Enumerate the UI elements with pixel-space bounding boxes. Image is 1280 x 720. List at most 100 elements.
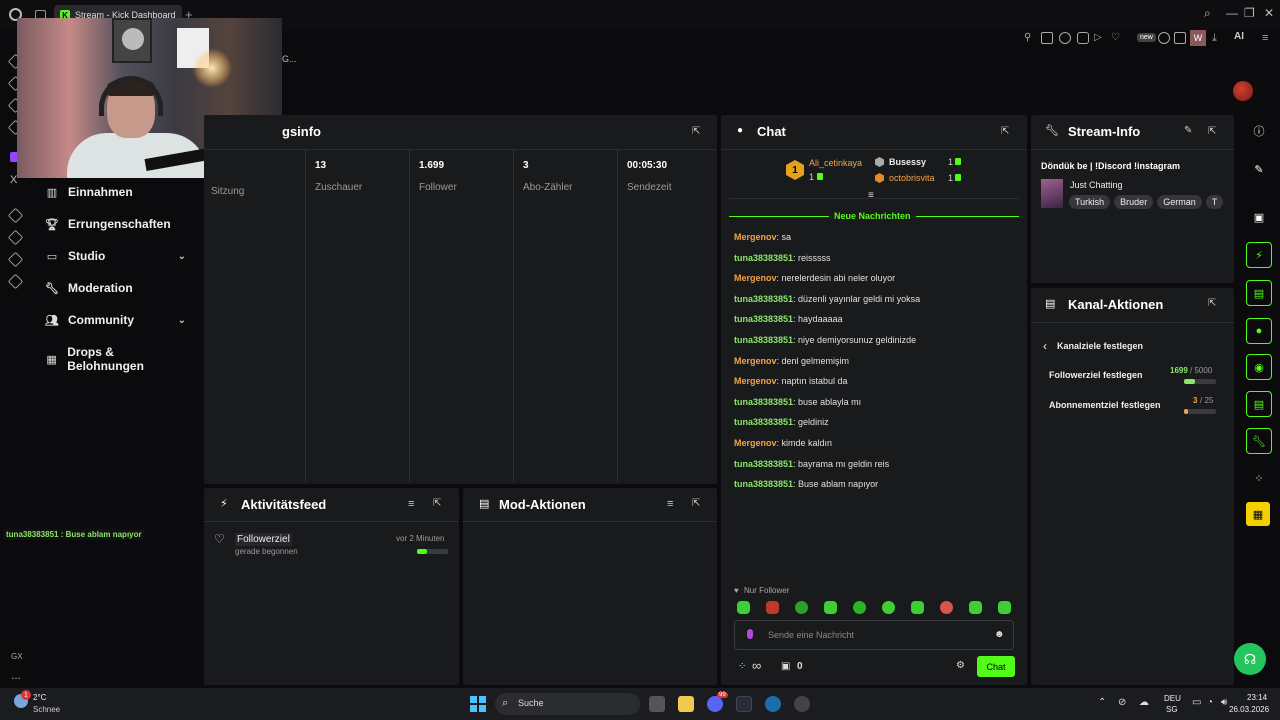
download-icon[interactable]: ⤓ bbox=[1212, 32, 1224, 44]
clapper-icon[interactable]: ▦ bbox=[1246, 502, 1270, 526]
emote-icon[interactable] bbox=[998, 601, 1011, 614]
lang-bottom[interactable]: SG bbox=[1166, 705, 1178, 714]
taskbar-search[interactable]: ⌕ Suche bbox=[495, 693, 640, 715]
broadcast-icon[interactable]: ◉ bbox=[1246, 354, 1272, 380]
more-icon[interactable]: ... bbox=[11, 668, 21, 682]
profile-w-badge[interactable]: W bbox=[1190, 30, 1206, 46]
tray-chevron-icon[interactable]: ⌃ bbox=[1098, 697, 1106, 708]
emote-icon[interactable] bbox=[766, 601, 779, 614]
heart-icon[interactable]: ♡ bbox=[1111, 32, 1123, 44]
shield-icon[interactable] bbox=[1059, 32, 1071, 44]
gx-label[interactable]: GX bbox=[11, 652, 23, 661]
chat-username[interactable]: Mergenov bbox=[734, 376, 777, 386]
wifi-icon[interactable]: ◔ bbox=[1207, 697, 1213, 708]
display-icon[interactable]: ▭ bbox=[1192, 697, 1201, 708]
clock-date[interactable]: 26.03.2026 bbox=[1229, 705, 1269, 714]
wrench-icon[interactable]: 🔧︎ bbox=[1246, 428, 1272, 454]
sidebar-app-icon[interactable] bbox=[7, 207, 24, 224]
category-name[interactable]: Just Chatting bbox=[1070, 180, 1123, 190]
emote-icon[interactable] bbox=[853, 601, 866, 614]
expand-icon[interactable]: ⇱ bbox=[692, 498, 700, 509]
volume-icon[interactable]: 🔊︎ bbox=[1221, 697, 1227, 708]
play-icon[interactable]: ▷ bbox=[1094, 32, 1106, 44]
microphone-icon[interactable] bbox=[747, 629, 753, 639]
info-icon[interactable]: ⓘ bbox=[1246, 118, 1272, 144]
expand-icon[interactable]: ⇱ bbox=[692, 126, 702, 137]
chat-username[interactable]: Mergenov bbox=[734, 356, 777, 366]
emote-icon[interactable] bbox=[824, 601, 837, 614]
chat-username[interactable]: tuna38383851 bbox=[734, 459, 793, 469]
tray-app-icon[interactable]: ☁ bbox=[1139, 697, 1149, 708]
screenshot-icon[interactable] bbox=[1041, 32, 1053, 44]
lightning-icon[interactable]: ⚡︎ bbox=[1246, 242, 1272, 268]
chevron-down-icon[interactable]: ⌄ bbox=[178, 315, 186, 326]
goals-back-label[interactable]: Kanalziele festlegen bbox=[1057, 341, 1143, 351]
sidebar-app-icon[interactable] bbox=[7, 229, 24, 246]
clock-time[interactable]: 23:14 bbox=[1247, 693, 1267, 702]
task-view-icon[interactable] bbox=[649, 696, 665, 712]
settings-icon[interactable]: ⚙ bbox=[956, 660, 965, 671]
camera-icon[interactable]: ▣ bbox=[1246, 204, 1272, 230]
chat-username[interactable]: tuna38383851 bbox=[734, 479, 793, 489]
sidebar-app-icon[interactable] bbox=[7, 251, 24, 268]
chat-username[interactable]: tuna38383851 bbox=[734, 397, 793, 407]
user-avatar[interactable] bbox=[1233, 81, 1253, 101]
emote-icon[interactable] bbox=[795, 601, 808, 614]
chevron-left-icon[interactable]: ‹ bbox=[1043, 339, 1047, 353]
store-icon[interactable]: ▣ bbox=[781, 661, 790, 672]
chat-username[interactable]: tuna38383851 bbox=[734, 294, 793, 304]
chat-input[interactable]: Sende eine Nachricht bbox=[768, 630, 854, 640]
nav-item-errungenschaften[interactable]: 🏆︎ Errungenschaften bbox=[45, 217, 186, 231]
emote-icon[interactable] bbox=[882, 601, 895, 614]
emote-icon[interactable] bbox=[969, 601, 982, 614]
chat-username[interactable]: tuna38383851 bbox=[734, 253, 793, 263]
opera-gx-icon[interactable] bbox=[736, 696, 752, 712]
pencil-icon[interactable]: ✎ bbox=[1246, 156, 1272, 182]
expand-icon[interactable]: ⇱ bbox=[1001, 126, 1009, 137]
discord-icon[interactable] bbox=[707, 696, 723, 712]
lang-top[interactable]: DEU bbox=[1164, 694, 1181, 703]
puzzle-icon[interactable] bbox=[1174, 32, 1186, 44]
top-user-name[interactable]: octobrisvita bbox=[889, 173, 935, 183]
follower-goal-label[interactable]: Followerziel festlegen bbox=[1049, 370, 1143, 380]
filter-icon[interactable]: ≡ bbox=[408, 498, 414, 510]
emote-icon[interactable] bbox=[737, 601, 750, 614]
close-icon[interactable]: ✕ bbox=[1264, 6, 1274, 20]
chat-username[interactable]: Mergenov bbox=[734, 438, 777, 448]
points-icon[interactable]: ⁘ bbox=[1246, 465, 1272, 491]
tag-pill[interactable]: T bbox=[1205, 195, 1224, 209]
tag-pill[interactable]: Turkish bbox=[1069, 195, 1111, 209]
minimize-icon[interactable]: — bbox=[1226, 6, 1238, 20]
send-chat-button[interactable]: Chat bbox=[977, 656, 1015, 677]
steam-icon[interactable] bbox=[765, 696, 781, 712]
expand-icon[interactable]: ⇱ bbox=[433, 498, 441, 509]
collapse-leaderboard-icon[interactable]: ≡ bbox=[868, 190, 874, 201]
emote-icon[interactable] bbox=[911, 601, 924, 614]
extension-icon[interactable] bbox=[1158, 32, 1170, 44]
emote-icon[interactable] bbox=[940, 601, 953, 614]
tag-pill[interactable]: German bbox=[1157, 195, 1202, 209]
support-button[interactable]: ☊ bbox=[1234, 643, 1266, 675]
top-user-name[interactable]: Busessy bbox=[889, 157, 926, 167]
chat-input-box[interactable]: Sende eine Nachricht ☻ bbox=[734, 620, 1014, 650]
chevron-down-icon[interactable]: ⌄ bbox=[178, 251, 186, 262]
top-user-name[interactable]: Ali_cetinkaya bbox=[809, 158, 862, 168]
points-icon[interactable]: ⁘ bbox=[738, 661, 746, 672]
nav-item-studio[interactable]: ▭ Studio ⌄ bbox=[46, 249, 186, 263]
filter-icon[interactable]: ≡ bbox=[667, 498, 673, 510]
edit-icon[interactable]: ✎ bbox=[1184, 125, 1192, 136]
maximize-icon[interactable]: ❐ bbox=[1244, 6, 1255, 20]
tray-network-icon[interactable]: ⊘ bbox=[1118, 697, 1126, 708]
nav-item-community[interactable]: 👥︎ Community ⌄ bbox=[45, 313, 186, 327]
chat-username[interactable]: tuna38383851 bbox=[734, 335, 793, 345]
nav-item-moderation[interactable]: 🔧︎ Moderation bbox=[45, 281, 186, 295]
chat-username[interactable]: Mergenov bbox=[734, 232, 777, 242]
tag-pill[interactable]: Bruder bbox=[1114, 195, 1154, 209]
search-icon[interactable]: ⌕ bbox=[1204, 6, 1211, 21]
aria-ai-button[interactable]: AI bbox=[1234, 31, 1244, 42]
emoji-icon[interactable]: ☻ bbox=[994, 629, 1005, 640]
app-icon[interactable] bbox=[794, 696, 810, 712]
document-icon[interactable]: ▤ bbox=[1246, 280, 1272, 306]
expand-icon[interactable]: ⇱ bbox=[1208, 298, 1216, 309]
easy-files-icon[interactable] bbox=[1077, 32, 1089, 44]
